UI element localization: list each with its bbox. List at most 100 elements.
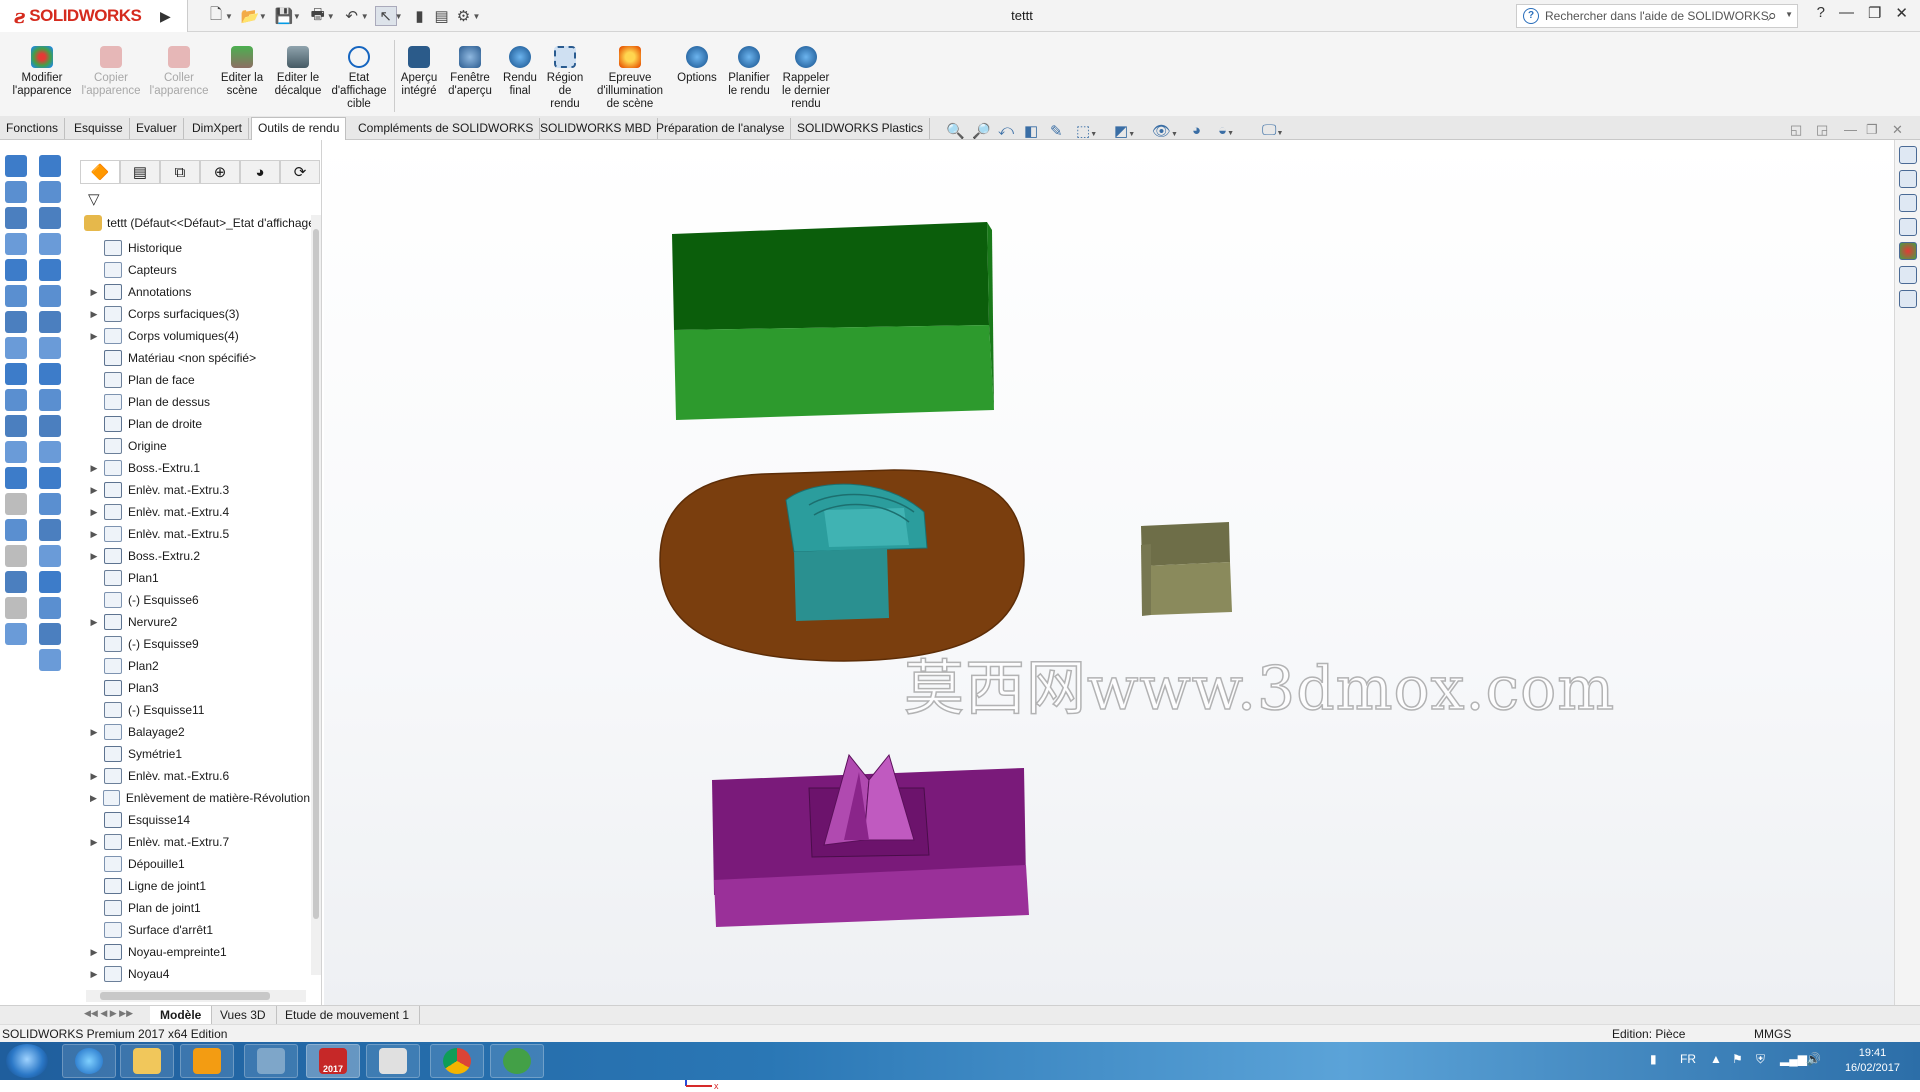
split-line-icon[interactable] [39, 519, 61, 541]
apply-scene-icon[interactable]: ◒▼ [1218, 122, 1234, 139]
curves-icon[interactable] [5, 571, 27, 593]
tree-item[interactable]: (-) Esquisse6 [80, 589, 310, 611]
taskbar-window[interactable] [366, 1044, 420, 1078]
taskbar-chrome[interactable] [430, 1044, 484, 1078]
tree-item[interactable]: ▶ Nervure2 [80, 611, 310, 633]
preview-window-button[interactable]: Fenêtre d'aperçu [444, 46, 496, 98]
revolve-icon[interactable] [5, 181, 27, 203]
zoom-area-icon[interactable]: 🔎 [972, 122, 991, 140]
scene-illumination-proof-button[interactable]: Epreuve d'illumination de scène [590, 46, 670, 111]
expand-arrow-icon[interactable]: ▶ [84, 727, 104, 738]
expand-arrow-icon[interactable]: ▶ [84, 309, 104, 320]
tree-vertical-scrollbar[interactable] [311, 215, 321, 975]
core-icon[interactable] [39, 623, 61, 645]
tile-right-icon[interactable]: ◲ [1816, 122, 1828, 138]
tree-item[interactable]: Origine [80, 435, 310, 457]
modify-appearance-button[interactable]: Modifier l'apparence [6, 46, 78, 98]
help-icon[interactable]: ? [1817, 4, 1825, 22]
trim-surface-icon[interactable] [39, 363, 61, 385]
taskbar-media[interactable] [180, 1044, 234, 1078]
view-palette-icon[interactable] [1898, 218, 1917, 236]
search-icon[interactable]: ⌕ [1767, 6, 1777, 26]
edit-appearance-icon[interactable]: ◕ [1192, 122, 1201, 139]
tray-signal-icon[interactable]: ▂▄▆ [1780, 1052, 1807, 1066]
feature-tree-tab-icon[interactable]: 🔶 [80, 160, 120, 184]
expand-arrow-icon[interactable]: ▶ [84, 551, 104, 562]
start-button[interactable] [6, 1044, 48, 1078]
copy-appearance-button[interactable]: Copier l'apparence [78, 46, 144, 98]
dimxpert-manager-tab-icon[interactable]: ⊕ [200, 160, 240, 184]
appearances-icon[interactable] [1898, 242, 1917, 260]
scroll-thumb[interactable] [313, 229, 319, 919]
expand-arrow-icon[interactable]: ▶ [84, 771, 104, 782]
tab-fonctions[interactable]: Fonctions [0, 118, 66, 139]
help-search-box[interactable]: ? Rechercher dans l'aide de SOLIDWORKS ⌕… [1516, 4, 1798, 28]
tree-item[interactable]: ▶ Corps volumiques(4) [80, 325, 310, 347]
viewport-close-icon[interactable]: ✕ [1892, 122, 1903, 138]
tray-flag-icon[interactable]: ⚑ [1732, 1052, 1743, 1066]
tree-item[interactable]: Plan2 [80, 655, 310, 677]
tray-volume-icon[interactable]: 🔊 [1806, 1052, 1821, 1066]
custom-properties-icon[interactable] [1898, 266, 1917, 284]
expand-arrow-icon[interactable]: ▶ [84, 617, 104, 628]
wrap-icon[interactable] [5, 363, 27, 385]
mirror-icon[interactable] [5, 441, 27, 463]
tab-evaluer[interactable]: Evaluer [130, 118, 184, 139]
tab-complements[interactable]: Compléments de SOLIDWORKS [352, 118, 541, 139]
tree-item[interactable]: Plan de droite [80, 413, 310, 435]
restore-button[interactable]: ❐ [1868, 4, 1881, 22]
expand-arrow-icon[interactable]: ▶ [84, 969, 104, 980]
configuration-manager-tab-icon[interactable]: ⧉ [160, 160, 200, 184]
tree-item[interactable]: ▶ Enlèv. mat.-Extru.7 [80, 831, 310, 853]
swept-surface-icon[interactable] [39, 207, 61, 229]
loft-icon[interactable] [5, 233, 27, 255]
rib-icon[interactable] [5, 337, 27, 359]
shell-icon[interactable] [5, 415, 27, 437]
dynamic-annotation-icon[interactable]: ✎ [1050, 122, 1063, 140]
tray-network-icon[interactable]: ▮ [1650, 1052, 1657, 1066]
tree-item[interactable]: Plan de dessus [80, 391, 310, 413]
expand-arrow-icon[interactable]: ▶ [84, 947, 104, 958]
taskbar-clock[interactable]: 19:41 16/02/2017 [1845, 1046, 1900, 1076]
edit-scene-button[interactable]: Editer la scène [214, 46, 270, 98]
tree-item[interactable]: Surface d'arrêt1 [80, 919, 310, 941]
render-region-button[interactable]: Région de rendu [542, 46, 588, 111]
solidworks-resources-icon[interactable] [1898, 146, 1917, 164]
disabled-feature-icon[interactable] [5, 493, 27, 515]
delete-face-icon[interactable] [39, 441, 61, 463]
tree-item[interactable]: Ligne de joint1 [80, 875, 310, 897]
integrated-preview-button[interactable]: Aperçu intégré [398, 46, 440, 98]
viewport-restore-icon[interactable]: ❐ [1866, 122, 1878, 138]
tab-motion-study[interactable]: Etude de mouvement 1 [275, 1006, 421, 1025]
disabled-feature-icon[interactable] [5, 597, 27, 619]
parting-surface-icon[interactable] [39, 571, 61, 593]
green-cavity-body[interactable] [672, 222, 994, 420]
tree-item[interactable]: ▶ Boss.-Extru.1 [80, 457, 310, 479]
tab-esquisse[interactable]: Esquisse [68, 118, 130, 139]
tree-item[interactable]: ▶ Noyau4 [80, 963, 310, 985]
file-explorer-icon[interactable] [1898, 194, 1917, 212]
revolved-surface-icon[interactable] [39, 181, 61, 203]
tab-preparation-analyse[interactable]: Préparation de l'analyse [650, 118, 792, 139]
tree-item[interactable]: Capteurs [80, 259, 310, 281]
recall-last-render-button[interactable]: Rappeler le dernier rendu [778, 46, 834, 111]
replace-face-icon[interactable] [39, 467, 61, 489]
lofted-surface-icon[interactable] [39, 233, 61, 255]
view-settings-icon[interactable]: 🖵▼ [1262, 122, 1283, 139]
schedule-render-button[interactable]: Planifier le rendu [724, 46, 774, 98]
section-view-icon[interactable]: ◧ [1024, 122, 1038, 140]
paste-appearance-button[interactable]: Coller l'apparence [146, 46, 212, 98]
expand-arrow-icon[interactable]: ▶ [84, 287, 104, 298]
tab-outils-de-rendu[interactable]: Outils de rendu [251, 117, 347, 140]
expand-arrow-icon[interactable]: ▶ [84, 331, 104, 342]
tree-item[interactable]: ▶ Boss.-Extru.2 [80, 545, 310, 567]
taskbar-app[interactable] [244, 1044, 298, 1078]
display-style-icon[interactable]: ◩▼ [1114, 122, 1135, 140]
parting-line-icon[interactable] [39, 545, 61, 567]
disabled-feature-icon[interactable] [5, 545, 27, 567]
tab-modele[interactable]: Modèle [150, 1006, 213, 1025]
forum-icon[interactable] [1898, 290, 1917, 308]
tab-plastics[interactable]: SOLIDWORKS Plastics [791, 118, 931, 139]
cut-with-surface-icon[interactable] [39, 493, 61, 515]
tray-expand-icon[interactable]: ▲ [1710, 1052, 1722, 1066]
